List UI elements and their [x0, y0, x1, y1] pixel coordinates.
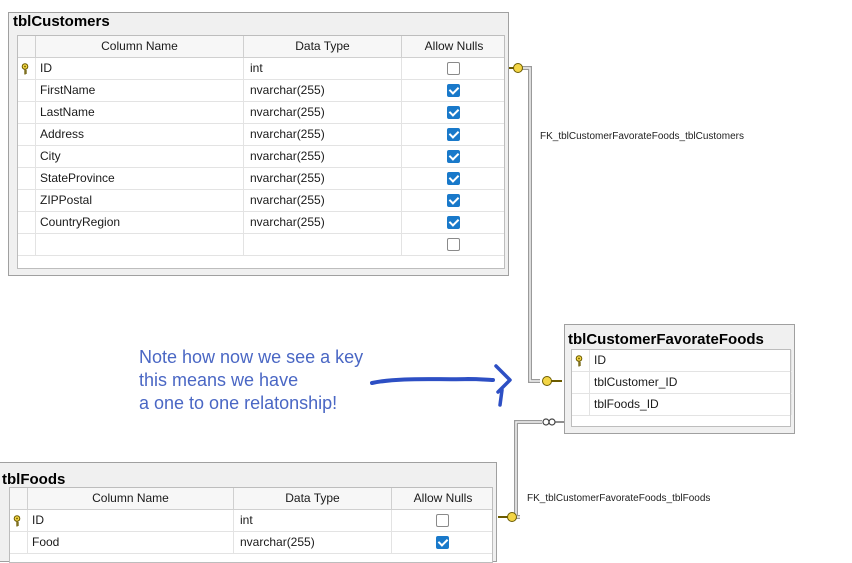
annotation-note: Note how now we see a key this means we … [139, 346, 363, 415]
relationship-line-customers [522, 66, 540, 383]
annotation-line: this means we have [139, 370, 299, 390]
relationship-key-end-icon [509, 63, 523, 73]
relationship-key-end-icon [498, 512, 517, 522]
relationship-key-end-icon [542, 376, 562, 386]
relationship-label: FK_tblCustomerFavorateFoods_tblCustomers [540, 131, 744, 142]
annotation-arrow-icon [370, 364, 512, 407]
relationship-label: FK_tblCustomerFavorateFoods_tblFoods [527, 493, 711, 504]
annotation-line: a one to one relatonship! [139, 393, 338, 413]
relationship-connectors [370, 63, 564, 522]
annotation-line: Note how now we see a key [139, 347, 364, 367]
relationship-many-end-icon [542, 418, 564, 426]
